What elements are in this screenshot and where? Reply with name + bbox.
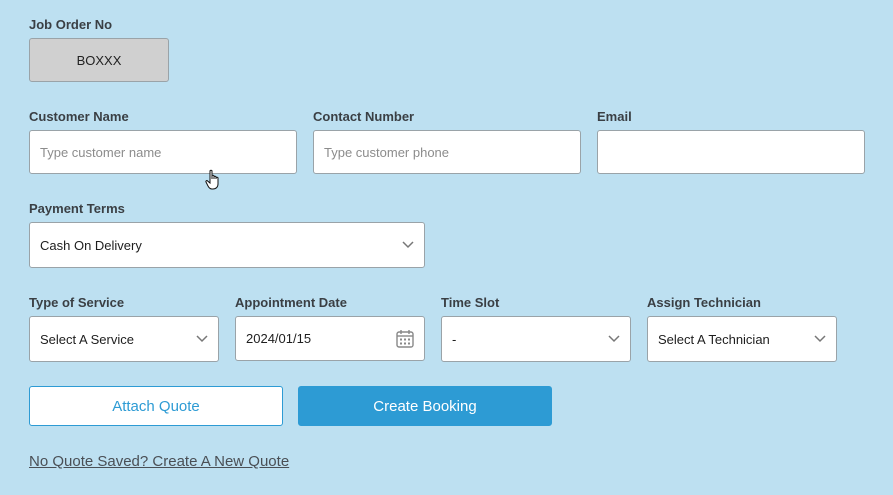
type-of-service-select[interactable]: Select A Service — [29, 316, 219, 362]
contact-number-label: Contact Number — [313, 109, 415, 124]
chevron-down-icon — [814, 333, 826, 345]
chevron-down-icon — [608, 333, 620, 345]
chevron-down-icon — [402, 239, 414, 251]
payment-terms-select[interactable]: Cash On Delivery — [29, 222, 425, 268]
assign-technician-select[interactable]: Select A Technician — [647, 316, 837, 362]
assign-technician-value: Select A Technician — [658, 331, 770, 347]
create-new-quote-link[interactable]: No Quote Saved? Create A New Quote — [29, 453, 289, 470]
job-order-label: Job Order No — [29, 17, 113, 32]
payment-terms-value: Cash On Delivery — [40, 237, 142, 253]
time-slot-value: - — [452, 331, 457, 347]
time-slot-select[interactable]: - — [441, 316, 631, 362]
time-slot-label: Time Slot — [441, 295, 500, 310]
email-input[interactable] — [597, 130, 865, 174]
job-order-field: BOXXX — [29, 38, 169, 82]
type-of-service-label: Type of Service — [29, 295, 125, 310]
calendar-icon[interactable] — [396, 329, 414, 348]
create-booking-button[interactable]: Create Booking — [298, 386, 552, 426]
appointment-date-input[interactable]: 2024/01/15 — [235, 316, 425, 361]
customer-name-placeholder: Type customer name — [40, 144, 162, 160]
payment-terms-label: Payment Terms — [29, 201, 125, 216]
customer-name-label: Customer Name — [29, 109, 129, 124]
attach-quote-button[interactable]: Attach Quote — [29, 386, 283, 426]
hand-cursor-icon — [205, 169, 219, 190]
email-label: Email — [597, 109, 632, 124]
appointment-date-value: 2024/01/15 — [246, 331, 312, 346]
appointment-date-label: Appointment Date — [235, 295, 347, 310]
contact-number-placeholder: Type customer phone — [324, 144, 450, 160]
assign-technician-label: Assign Technician — [647, 295, 761, 310]
chevron-down-icon — [196, 333, 208, 345]
contact-number-input[interactable]: Type customer phone — [313, 130, 581, 174]
type-of-service-value: Select A Service — [40, 331, 134, 347]
customer-name-input[interactable]: Type customer name — [29, 130, 297, 174]
